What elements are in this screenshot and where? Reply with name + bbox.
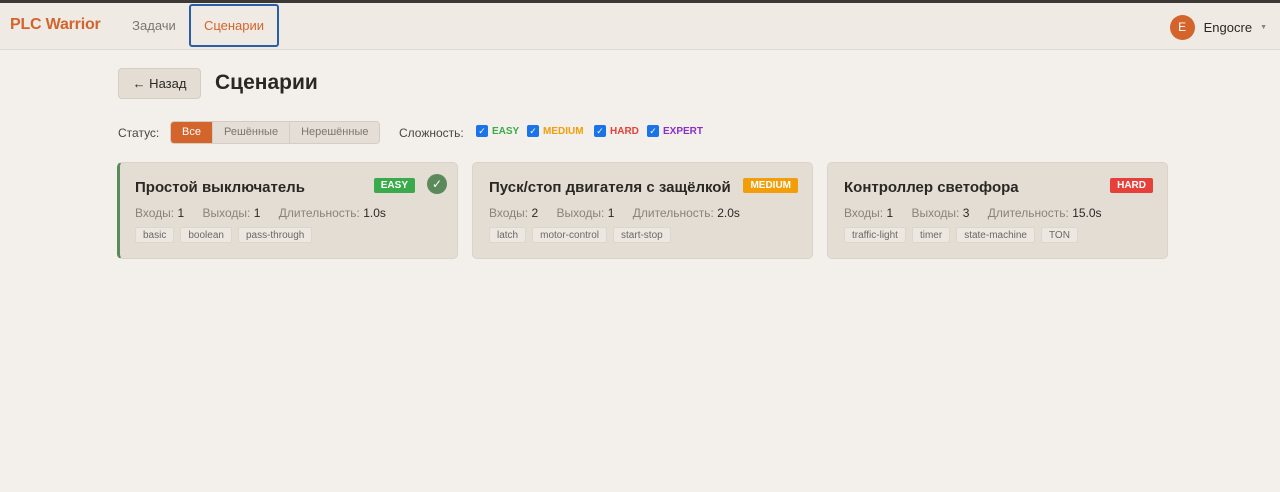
back-button[interactable]: ← Назад [118, 68, 201, 99]
outputs-value: 3 [962, 206, 970, 220]
duration-value: 15.0s [1072, 206, 1102, 220]
scenario-meta: Входы: 2 Выходы: 1 Длительность: 2.0s [489, 206, 755, 220]
user-name[interactable]: Engocre [1204, 20, 1252, 35]
difficulty-badge: HARD [1110, 178, 1153, 193]
difficulty-label-easy[interactable]: EASY [492, 126, 519, 137]
outputs-value: 1 [253, 206, 261, 220]
user-menu[interactable]: E Engocre ▼ [1169, 14, 1267, 40]
page-title: Сценарии [215, 71, 318, 94]
inputs-label: Входы: [135, 206, 175, 220]
checkbox-medium[interactable]: ✓ [527, 125, 539, 137]
check-icon: ✓ [427, 174, 447, 194]
outputs-label: Выходы: [556, 206, 605, 220]
inputs-value: 1 [177, 206, 185, 220]
difficulty-badge: MEDIUM [743, 178, 798, 193]
scenario-card[interactable]: Контроллер светофора HARD Входы: 1 Выход… [827, 162, 1168, 259]
inputs-label: Входы: [844, 206, 884, 220]
tag: basic [135, 227, 175, 243]
avatar[interactable]: E [1169, 14, 1195, 40]
tag: state-machine [956, 227, 1035, 243]
scenario-title: Простой выключатель [135, 179, 305, 196]
inputs-value: 2 [531, 206, 539, 220]
difficulty-label-expert[interactable]: EXPERT [663, 126, 703, 137]
difficulty-label-hard[interactable]: HARD [610, 126, 639, 137]
status-filter: Все Решённые Нерешённые [170, 121, 381, 144]
tag: timer [911, 227, 951, 243]
tag: motor-control [532, 227, 608, 243]
outputs-value: 1 [607, 206, 615, 220]
inputs-value: 1 [886, 206, 894, 220]
status-filter-label: Статус: [118, 126, 160, 140]
scenario-title: Контроллер светофора [844, 179, 1019, 196]
scenario-meta: Входы: 1 Выходы: 1 Длительность: 1.0s [135, 206, 401, 220]
outputs-label: Выходы: [911, 206, 960, 220]
brand-logo[interactable]: PLC Warrior [10, 16, 101, 34]
difficulty-filter-medium[interactable]: ✓ MEDIUM [527, 125, 584, 137]
difficulty-filter-expert[interactable]: ✓ EXPERT [647, 125, 703, 137]
duration-label: Длительность: [632, 206, 714, 220]
difficulty-badge: EASY [373, 178, 415, 193]
difficulty-filter-hard[interactable]: ✓ HARD [594, 125, 639, 137]
difficulty-filter-easy[interactable]: ✓ EASY [476, 125, 519, 137]
scenario-title: Пуск/стоп двигателя с защёлкой [489, 179, 731, 196]
duration-label: Длительность: [987, 206, 1069, 220]
tag: traffic-light [844, 227, 906, 243]
checkbox-expert[interactable]: ✓ [647, 125, 659, 137]
status-option-solved[interactable]: Решённые [213, 122, 291, 143]
status-option-all[interactable]: Все [171, 122, 213, 143]
scenario-meta: Входы: 1 Выходы: 3 Длительность: 15.0s [844, 206, 1117, 220]
inputs-label: Входы: [489, 206, 529, 220]
tag: boolean [180, 227, 232, 243]
difficulty-filter-label: Сложность: [399, 126, 464, 140]
duration-value: 1.0s [363, 206, 386, 220]
tag-list: latch motor-control start-stop [489, 227, 671, 243]
chevron-down-icon[interactable]: ▼ [1260, 24, 1267, 31]
duration-label: Длительность: [278, 206, 360, 220]
difficulty-label-medium[interactable]: MEDIUM [543, 126, 584, 137]
checkbox-hard[interactable]: ✓ [594, 125, 606, 137]
tag-list: traffic-light timer state-machine TON [844, 227, 1078, 243]
scenario-card[interactable]: Простой выключатель EASY ✓ Входы: 1 Выхо… [117, 162, 458, 259]
tag-list: basic boolean pass-through [135, 227, 313, 243]
tag: start-stop [613, 227, 671, 243]
tag: TON [1041, 227, 1078, 243]
scenario-card[interactable]: Пуск/стоп двигателя с защёлкой MEDIUM Вх… [472, 162, 813, 259]
tag: latch [489, 227, 527, 243]
status-option-unsolved[interactable]: Нерешённые [290, 122, 379, 143]
outputs-label: Выходы: [202, 206, 251, 220]
tag: pass-through [237, 227, 313, 243]
checkbox-easy[interactable]: ✓ [476, 125, 488, 137]
duration-value: 2.0s [717, 206, 740, 220]
top-navbar: PLC Warrior Задачи Сценарии E Engocre ▼ [0, 3, 1280, 50]
nav-tab-tasks[interactable]: Задачи [124, 4, 184, 47]
nav-tab-scenarios[interactable]: Сценарии [189, 4, 279, 47]
